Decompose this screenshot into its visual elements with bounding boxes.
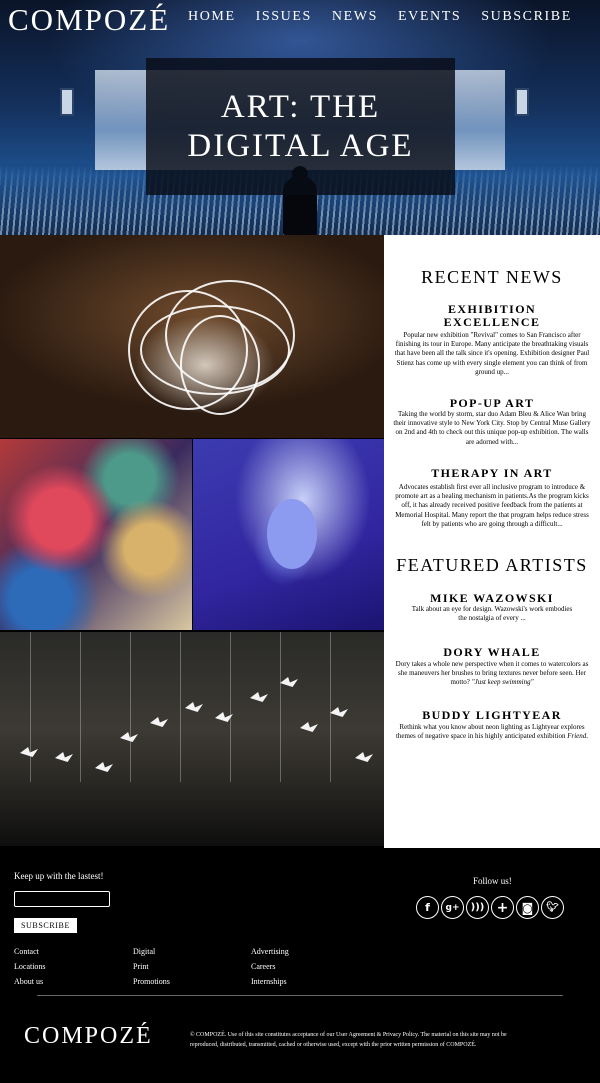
paper-bird [55, 752, 73, 762]
article-title[interactable]: THERAPY IN ART [392, 466, 592, 480]
abstract-face-painting-image[interactable] [0, 439, 192, 630]
wire [330, 632, 331, 782]
twitter-icon[interactable]: 🐦︎ [541, 896, 564, 919]
rss-icon[interactable]: ))) [466, 896, 489, 919]
hero-image-speaker [60, 88, 74, 116]
article-excerpt: Taking the world by storm, star duo Adam… [393, 410, 591, 446]
light-sculpture-image[interactable] [0, 235, 384, 438]
artist-excerpt: Talk about an eye for design. Wazowski's… [411, 605, 573, 623]
nav-issues[interactable]: ISSUES [256, 9, 312, 25]
instagram-icon[interactable]: ◙ [516, 896, 539, 919]
portrait-face [267, 499, 317, 569]
nav-events[interactable]: EVENTS [398, 9, 461, 25]
paper-bird [120, 732, 138, 742]
artist-name[interactable]: MIKE WAZOWSKI [392, 591, 592, 605]
footer-link-promotions[interactable]: Promotions [133, 974, 170, 989]
footer-link-print[interactable]: Print [133, 959, 170, 974]
footer-links-col2: Digital Print Promotions [133, 944, 170, 989]
footer: Keep up with the lastest! SUBSCRIBE Cont… [0, 848, 600, 1083]
artist-name[interactable]: BUDDY LIGHTYEAR [392, 708, 592, 722]
wire [180, 632, 181, 782]
hero-title: ART: THE DIGITAL AGE [187, 88, 414, 164]
paper-bird [330, 707, 348, 717]
legal-text: © COMPOZÉ. Use of this site constitutes … [190, 1032, 507, 1049]
google-plus-icon[interactable]: g+ [441, 896, 464, 919]
nav-news[interactable]: NEWS [332, 9, 378, 25]
hero-image-speaker [515, 88, 529, 116]
footer-link-about[interactable]: About us [14, 974, 46, 989]
subscribe-button[interactable]: SUBSCRIBE [14, 918, 77, 933]
wire [280, 632, 281, 782]
footer-link-careers[interactable]: Careers [251, 959, 289, 974]
article-title[interactable]: POP-UP ART [392, 396, 592, 410]
artist-exhibition-name: Friend [567, 732, 587, 741]
footer-link-advertising[interactable]: Advertising [251, 944, 289, 959]
artist-name[interactable]: DORY WHALE [392, 645, 592, 659]
wire [130, 632, 131, 782]
footer-links-col1: Contact Locations About us [14, 944, 46, 989]
paper-bird [185, 702, 203, 712]
artist-excerpt-text: Rethink what you know about neon lightin… [395, 723, 585, 741]
footer-links-col3: Advertising Careers Internships [251, 944, 289, 989]
article-title[interactable]: EXHIBITION EXCELLENCE [422, 302, 562, 329]
paper-bird [150, 717, 168, 727]
artist-excerpt: Dory takes a whole new perspective when … [392, 660, 592, 688]
footer-link-locations[interactable]: Locations [14, 959, 46, 974]
wire [80, 632, 81, 782]
paper-bird [20, 747, 38, 757]
add-icon[interactable]: + [491, 896, 514, 919]
paper-bird [300, 722, 318, 732]
footer-link-contact[interactable]: Contact [14, 944, 46, 959]
nav-subscribe[interactable]: SUBSCRIBE [481, 9, 572, 25]
sidebar-content: RECENT NEWS EXHIBITION EXCELLENCE Popula… [384, 235, 600, 848]
paper-birds-installation-image[interactable] [0, 632, 384, 846]
facebook-icon[interactable]: f [416, 896, 439, 919]
artist-excerpt: Rethink what you know about neon lightin… [392, 723, 592, 741]
newsletter-label: Keep up with the lastest! [14, 871, 104, 881]
footer-link-digital[interactable]: Digital [133, 944, 170, 959]
wire [230, 632, 231, 782]
recent-news-heading: RECENT NEWS [421, 267, 563, 287]
follow-label: Follow us! [473, 876, 512, 886]
article-excerpt: Popular new exhibition "Revival" comes t… [394, 331, 590, 376]
footer-divider [37, 995, 563, 996]
nav-home[interactable]: HOME [188, 9, 236, 25]
artist-excerpt-end: . [586, 732, 589, 741]
social-icons: f g+ ))) + ◙ 🐦︎ [416, 896, 564, 919]
artist-quote: "Just keep swimming" [471, 678, 534, 687]
site-logo[interactable]: COMPOZÉ [8, 4, 170, 35]
light-ring [180, 315, 260, 415]
blue-portrait-image[interactable] [193, 439, 384, 630]
paper-bird [280, 677, 298, 687]
wire [30, 632, 31, 782]
footer-link-internships[interactable]: Internships [251, 974, 289, 989]
paper-bird [250, 692, 268, 702]
hero-title-box: ART: THE DIGITAL AGE [146, 58, 455, 195]
newsletter-email-input[interactable] [14, 891, 110, 907]
paper-bird [95, 762, 113, 772]
footer-logo[interactable]: COMPOZÉ [24, 1023, 153, 1050]
paper-bird [355, 752, 373, 762]
featured-artists-heading: FEATURED ARTISTS [396, 555, 588, 575]
top-bar: COMPOZÉ HOME ISSUES NEWS EVENTS SUBSCRIB… [0, 0, 600, 36]
article-excerpt: Advocates establish first ever all inclu… [395, 483, 589, 528]
main-nav: HOME ISSUES NEWS EVENTS SUBSCRIBE [188, 9, 592, 25]
